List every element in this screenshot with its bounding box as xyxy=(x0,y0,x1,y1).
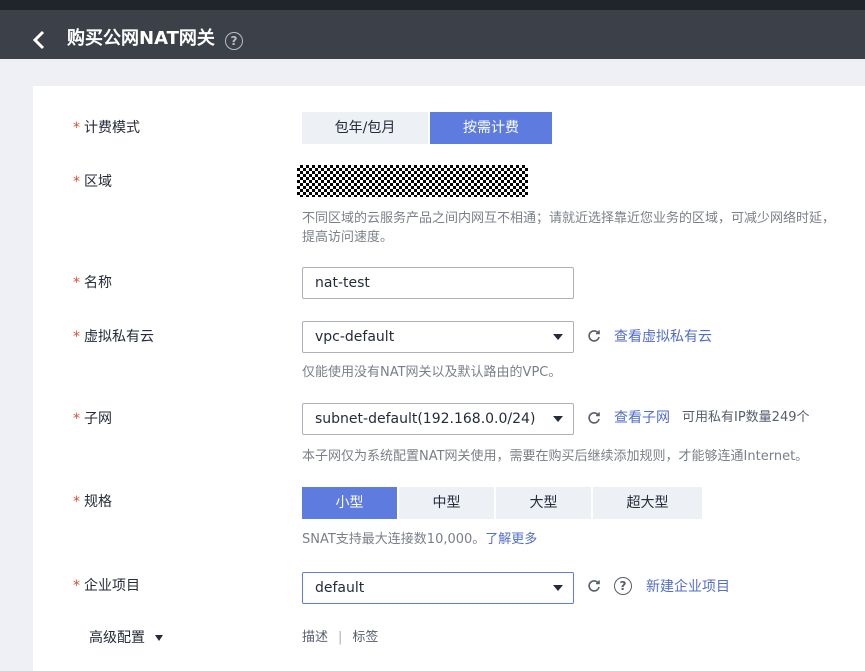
billing-label: * 计费模式 xyxy=(73,120,140,136)
subnet-label: * 子网 xyxy=(73,411,112,427)
chevron-down-icon xyxy=(553,585,563,591)
name-label: * 名称 xyxy=(73,275,112,291)
vpc-label: * 虚拟私有云 xyxy=(73,329,154,345)
region-label: * 区域 xyxy=(73,174,112,190)
billing-option-yearly[interactable]: 包年/包月 xyxy=(302,112,428,144)
refresh-icon[interactable] xyxy=(587,329,601,343)
refresh-icon[interactable] xyxy=(587,411,601,425)
advanced-item-tags: 标签 xyxy=(352,630,379,645)
advanced-items: 描述 | 标签 xyxy=(302,629,378,647)
subnet-hint: 本子网仅为系统配置NAT网关使用，需要在购买后继续添加规则，才能够连通Inter… xyxy=(302,449,809,464)
region-hint-line2: 提高访问速度。 xyxy=(302,230,394,245)
subnet-select[interactable]: subnet-default(192.168.0.0/24) xyxy=(302,403,574,435)
spec-option-xlarge[interactable]: 超大型 xyxy=(593,487,702,519)
advanced-config-toggle[interactable]: 高级配置 xyxy=(89,629,164,647)
spec-hint: SNAT支持最大连接数10,000。了解更多 xyxy=(302,531,537,549)
spec-option-medium[interactable]: 中型 xyxy=(399,487,494,519)
page-title: 购买公网NAT网关 xyxy=(67,28,215,49)
refresh-icon[interactable] xyxy=(587,579,601,593)
spec-option-small[interactable]: 小型 xyxy=(302,487,397,519)
create-project-link[interactable]: 新建企业项目 xyxy=(646,578,730,596)
spec-hint-text: SNAT支持最大连接数10,000。 xyxy=(302,532,486,547)
spec-label: * 规格 xyxy=(73,494,112,510)
top-strip xyxy=(0,0,865,10)
page-header: 购买公网NAT网关 ? xyxy=(0,10,865,59)
learn-more-link[interactable]: 了解更多 xyxy=(485,532,537,547)
vpc-hint: 仅能使用没有NAT网关以及默认路由的VPC。 xyxy=(302,365,562,380)
back-arrow-icon[interactable] xyxy=(32,30,46,50)
subnet-select-value: subnet-default(192.168.0.0/24) xyxy=(315,411,536,427)
project-label: * 企业项目 xyxy=(73,578,140,594)
region-hint-line1: 不同区域的云服务产品之间内网互不相通；请就近选择靠近您业务的区域，可减少网络时延… xyxy=(302,211,836,226)
project-select[interactable]: default xyxy=(302,572,574,604)
vpc-select-value: vpc-default xyxy=(315,329,395,345)
chevron-down-icon xyxy=(553,416,563,422)
advanced-separator: | xyxy=(338,630,343,645)
billing-option-ondemand[interactable]: 按需计费 xyxy=(430,112,552,144)
advanced-item-description: 描述 xyxy=(302,630,329,645)
available-ip-count: 可用私有IP数量249个 xyxy=(682,410,810,425)
question-circle-icon[interactable]: ? xyxy=(225,32,243,50)
chevron-down-icon xyxy=(553,334,563,340)
region-selector-redacted[interactable] xyxy=(297,165,528,197)
spec-option-large[interactable]: 大型 xyxy=(496,487,591,519)
vpc-select[interactable]: vpc-default xyxy=(302,321,574,353)
caret-down-icon xyxy=(155,635,164,641)
project-select-value: default xyxy=(315,580,365,596)
question-circle-icon[interactable]: ? xyxy=(614,577,632,595)
view-vpc-link[interactable]: 查看虚拟私有云 xyxy=(614,328,712,346)
view-subnet-link[interactable]: 查看子网 xyxy=(614,409,670,427)
advanced-config-label: 高级配置 xyxy=(89,630,145,646)
name-input[interactable]: nat-test xyxy=(302,267,574,299)
